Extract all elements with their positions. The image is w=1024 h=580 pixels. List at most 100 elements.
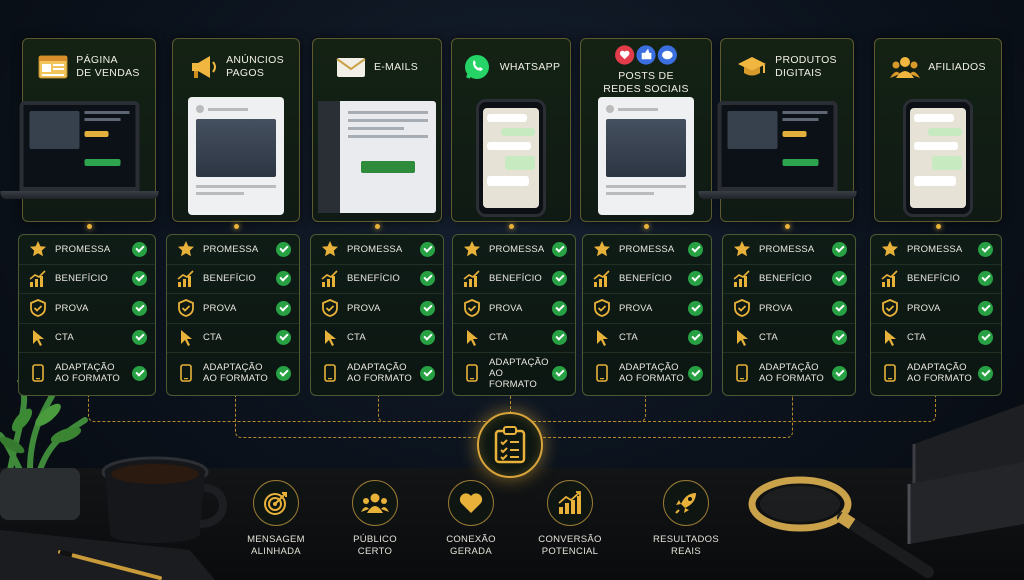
growth-chart-icon	[593, 270, 619, 288]
checklist-label: Prova	[203, 302, 237, 314]
rocket-icon	[663, 480, 709, 526]
checklist-card-afiliados: Promessa Benefício Prova CTA Adaptação ao…	[870, 234, 1002, 396]
checklist-row: CTA	[453, 324, 575, 353]
checklist-label: Promessa	[203, 243, 259, 255]
checklist-row: Adaptação ao formato	[19, 353, 155, 393]
checklist-row: Promessa	[723, 235, 855, 265]
channel-card-afiliados: Afiliados	[874, 38, 1002, 222]
smartphone-mockup	[476, 99, 546, 217]
check-icon	[276, 241, 291, 257]
check-icon	[978, 365, 993, 381]
checklist-hub	[477, 412, 543, 478]
checklist-row: CTA	[19, 324, 155, 353]
check-icon	[420, 330, 435, 346]
star-icon	[177, 240, 203, 258]
check-icon	[688, 365, 703, 381]
checklist-row: Benefício	[453, 265, 575, 294]
checklist-row: Promessa	[311, 235, 443, 265]
check-icon	[132, 330, 147, 346]
channel-card-anuncios: Anúncios pagos	[172, 38, 300, 222]
checklist-label: Prova	[489, 302, 523, 314]
checklist-label: Benefício	[55, 273, 109, 285]
result-label: Público certo	[353, 534, 397, 557]
check-icon	[688, 241, 703, 257]
checklist-row: Adaptação ao formato	[723, 353, 855, 393]
growth-chart-icon	[321, 270, 347, 288]
check-icon	[132, 241, 147, 257]
growth-chart-icon	[733, 270, 759, 288]
channel-title: Página de vendas	[76, 54, 140, 79]
check-icon	[832, 365, 847, 381]
check-icon	[420, 241, 435, 257]
cursor-icon	[177, 329, 203, 347]
connector-dot	[508, 224, 514, 229]
checklist-row: CTA	[167, 324, 299, 353]
checklist-row: Promessa	[583, 235, 711, 265]
star-icon	[321, 240, 347, 258]
growth-chart-icon	[177, 270, 203, 288]
laptop-mockup	[698, 101, 857, 199]
check-icon	[978, 330, 993, 346]
connector-dot	[374, 224, 380, 229]
books-decoration	[907, 404, 1024, 544]
audience-icon	[352, 480, 398, 526]
checklist-label: CTA	[55, 332, 74, 344]
checklist-card-emails: Promessa Benefício Prova CTA Adaptação ao…	[310, 234, 444, 396]
result-item: Conversão potencial	[524, 480, 616, 558]
checklist-label: CTA	[907, 332, 926, 344]
check-icon	[132, 300, 147, 316]
checklist-label: Prova	[347, 302, 381, 314]
check-icon	[688, 271, 703, 287]
result-item: Mensagem alinhada	[230, 480, 322, 558]
connector-dot	[233, 224, 239, 229]
connector-dot	[643, 224, 649, 229]
channel-title: Anúncios pagos	[226, 54, 284, 79]
checklist-row: Prova	[723, 294, 855, 324]
smartphone-icon	[177, 364, 203, 382]
smartphone-mockup	[903, 99, 973, 217]
check-icon	[832, 271, 847, 287]
checklist-row: Benefício	[19, 265, 155, 294]
channel-title: Produtos digitais	[775, 54, 837, 79]
checklist-row: Prova	[583, 294, 711, 324]
checklist-row: Promessa	[167, 235, 299, 265]
browser-page-icon	[38, 54, 68, 80]
checklist-row: CTA	[723, 324, 855, 353]
result-item: Conexão gerada	[425, 480, 517, 558]
checklist-row: Benefício	[167, 265, 299, 294]
check-icon	[832, 330, 847, 346]
checklist-row: Prova	[311, 294, 443, 324]
check-icon	[688, 330, 703, 346]
shield-icon	[29, 299, 55, 318]
checklist-label: Promessa	[55, 243, 111, 255]
people-group-icon	[890, 54, 921, 80]
star-icon	[593, 240, 619, 258]
check-icon	[978, 271, 993, 287]
checklist-label: CTA	[759, 332, 778, 344]
checklist-row: CTA	[871, 324, 1001, 353]
checklist-card-whatsapp: Promessa Benefício Prova CTA Adaptação ao…	[452, 234, 576, 396]
conversion-chart-icon	[547, 480, 593, 526]
checklist-label: Benefício	[619, 273, 673, 285]
result-label: Mensagem alinhada	[247, 534, 305, 557]
checklist-card-pagina: Promessa Benefício Prova CTA Adaptação ao…	[18, 234, 156, 396]
checklist-label: Prova	[759, 302, 793, 314]
smartphone-icon	[593, 364, 619, 382]
laptop-mockup	[0, 101, 159, 199]
star-icon	[463, 240, 489, 258]
checklist-card-anuncios: Promessa Benefício Prova CTA Adaptação ao…	[166, 234, 300, 396]
checklist-row: Benefício	[871, 265, 1001, 294]
smartphone-icon	[29, 364, 55, 382]
checklist-label: Benefício	[347, 273, 401, 285]
star-icon	[29, 240, 55, 258]
shield-icon	[321, 299, 347, 318]
checklist-label: Adaptação ao formato	[619, 362, 684, 384]
checklist-row: Adaptação ao formato	[453, 353, 575, 393]
checklist-card-redes: Promessa Benefício Prova CTA Adaptação ao…	[582, 234, 712, 396]
checklist-row: Benefício	[311, 265, 443, 294]
target-icon	[253, 480, 299, 526]
growth-chart-icon	[463, 270, 489, 288]
check-icon	[978, 300, 993, 316]
checklist-label: Promessa	[347, 243, 403, 255]
checklist-label: Prova	[907, 302, 941, 314]
